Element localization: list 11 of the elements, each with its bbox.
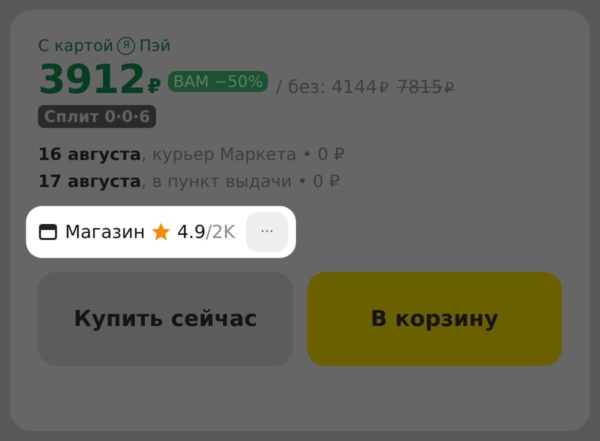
shop-link[interactable]: Магазин	[65, 222, 146, 242]
pay-logo-icon: Я	[117, 36, 136, 54]
star-icon	[150, 221, 172, 243]
payment-label: Пэй	[139, 36, 171, 55]
payment-label: С картой	[38, 36, 114, 55]
price: 3912₽	[38, 57, 160, 103]
shop-rating: 4.9	[177, 222, 206, 242]
review-count: /2K	[206, 222, 236, 242]
more-button[interactable]: ···	[246, 212, 288, 252]
store-icon	[38, 223, 58, 241]
discount-badge: ВАМ −50%	[168, 71, 268, 92]
